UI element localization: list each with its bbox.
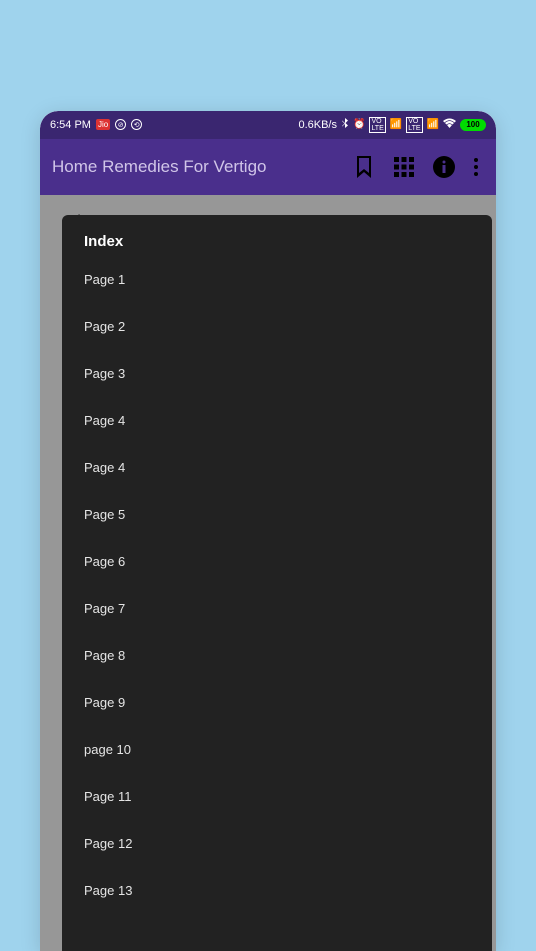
app-bar: Home Remedies For Vertigo — [40, 139, 496, 195]
index-panel: Index Page 1Page 2Page 3Page 4Page 4Page… — [62, 215, 492, 951]
index-item[interactable]: Page 1 — [84, 272, 492, 319]
bookmark-button[interactable] — [344, 147, 384, 187]
status-left: 6:54 PM Jio ⊘ ⟲ — [50, 119, 142, 131]
battery-icon: 100 — [460, 119, 486, 131]
index-item[interactable]: Page 13 — [84, 883, 492, 930]
index-item[interactable]: Page 5 — [84, 507, 492, 554]
index-item[interactable]: Page 3 — [84, 366, 492, 413]
data-speed: 0.6KB/s — [298, 119, 337, 131]
wifi-icon — [443, 118, 456, 131]
index-item[interactable]: page 10 — [84, 742, 492, 789]
index-title: Index — [84, 233, 492, 250]
index-item[interactable]: Page 12 — [84, 836, 492, 883]
index-item[interactable]: Page 4 — [84, 460, 492, 507]
volte-icon-2: VOLTE — [406, 117, 422, 133]
content-area: gnsuitign au:urnligo:dinigf eigger lletu… — [40, 195, 496, 951]
index-item[interactable]: Page 2 — [84, 319, 492, 366]
info-button[interactable] — [424, 147, 464, 187]
alarm-icon: ⏰ — [353, 119, 365, 130]
bluetooth-icon — [341, 118, 349, 132]
index-item[interactable]: Page 7 — [84, 601, 492, 648]
phone-frame: 6:54 PM Jio ⊘ ⟲ 0.6KB/s ⏰ VOLTE 📶 VOLTE … — [40, 111, 496, 951]
index-item[interactable]: Page 6 — [84, 554, 492, 601]
dnd-icon: ⊘ — [115, 119, 126, 130]
grid-button[interactable] — [384, 147, 424, 187]
signal-icon-1: 📶 — [390, 119, 402, 130]
status-time: 6:54 PM — [50, 119, 91, 131]
more-button[interactable] — [464, 147, 488, 187]
index-item[interactable]: Page 11 — [84, 789, 492, 836]
index-item[interactable]: Page 4 — [84, 413, 492, 460]
signal-icon-2: 📶 — [427, 119, 439, 130]
sync-icon: ⟲ — [131, 119, 142, 130]
index-list: Page 1Page 2Page 3Page 4Page 4Page 5Page… — [84, 272, 492, 930]
index-item[interactable]: Page 9 — [84, 695, 492, 742]
status-right: 0.6KB/s ⏰ VOLTE 📶 VOLTE 📶 100 — [298, 117, 486, 133]
carrier-badge: Jio — [96, 119, 110, 130]
app-title: Home Remedies For Vertigo — [52, 157, 344, 177]
volte-icon-1: VOLTE — [369, 117, 385, 133]
index-item[interactable]: Page 8 — [84, 648, 492, 695]
status-bar: 6:54 PM Jio ⊘ ⟲ 0.6KB/s ⏰ VOLTE 📶 VOLTE … — [40, 111, 496, 139]
